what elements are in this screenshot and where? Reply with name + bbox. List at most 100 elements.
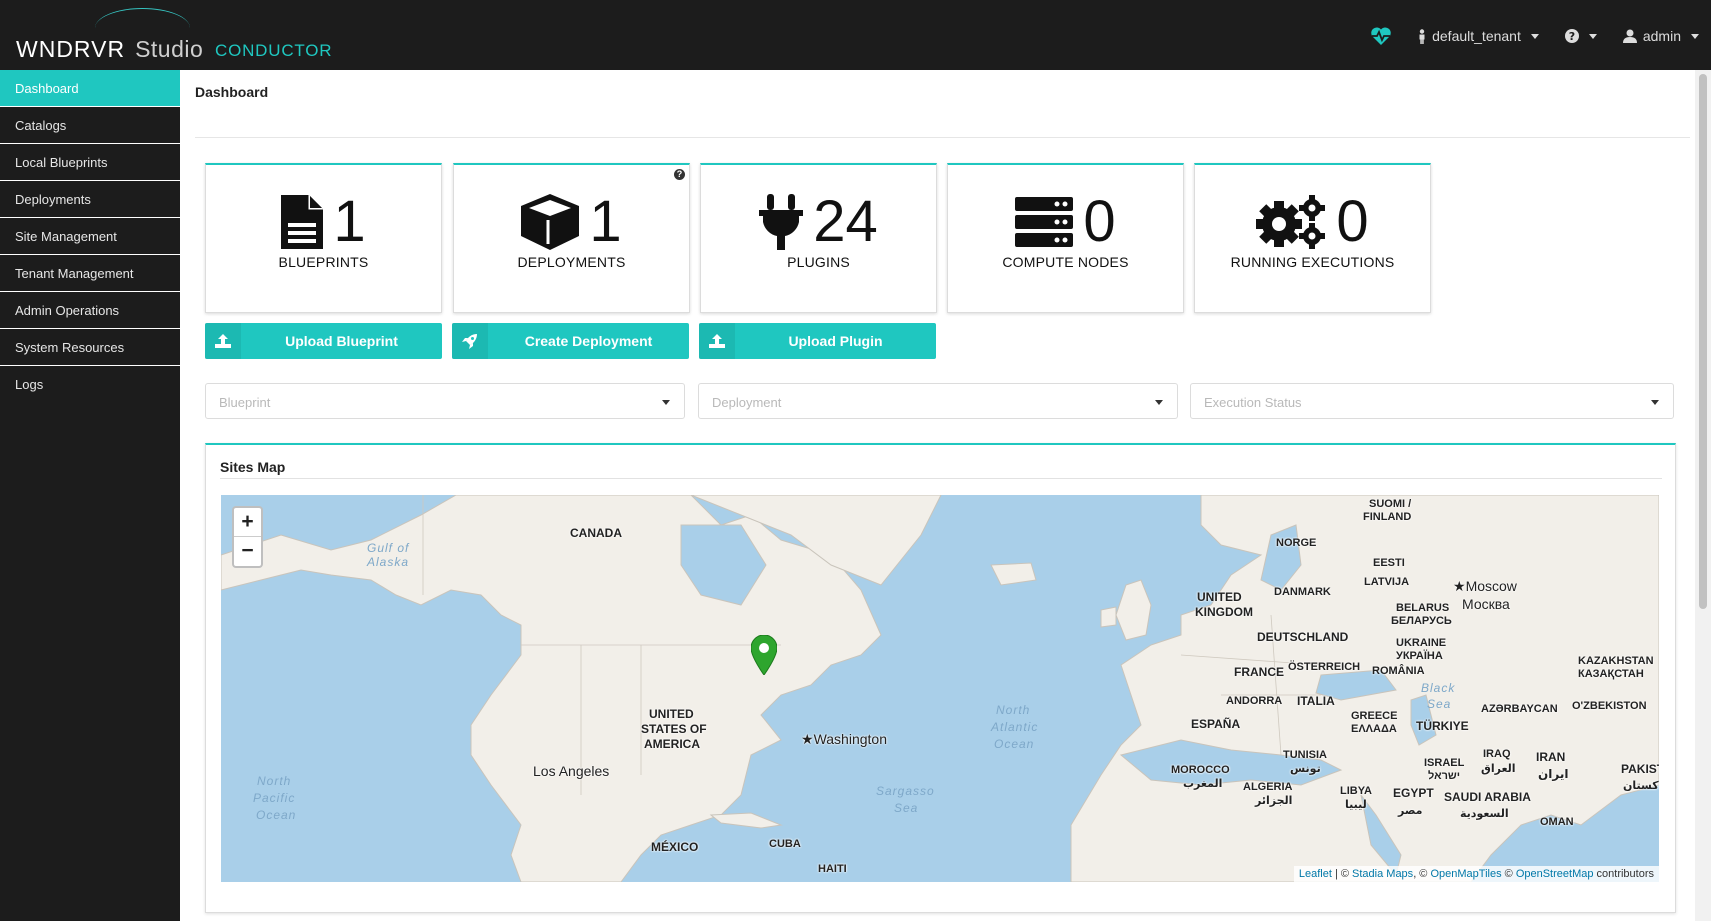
map-label: North: [996, 703, 1031, 717]
stat-card-running-executions[interactable]: 0 RUNNING EXECUTIONS: [1194, 163, 1431, 313]
zoom-in-button[interactable]: +: [234, 508, 261, 537]
map-label: Москва: [1462, 596, 1510, 612]
upload-icon: [215, 334, 231, 348]
map-label-moscow: Moscow: [1465, 578, 1517, 594]
help-menu[interactable]: ?: [1564, 29, 1597, 43]
upload-blueprint-label: Upload Blueprint: [285, 333, 398, 349]
map-label: پاکستان: [1623, 780, 1659, 792]
upload-blueprint-button[interactable]: Upload Blueprint: [205, 323, 442, 359]
chevron-down-icon: [1651, 400, 1659, 405]
chevron-down-icon: [1691, 33, 1699, 39]
map-label: TÜRKIYE: [1416, 719, 1469, 733]
sidebar-item-deployments[interactable]: Deployments: [0, 181, 180, 218]
stat-value: 1: [589, 189, 622, 254]
map-label: КАЗАҚСТАН: [1578, 668, 1644, 680]
user-menu[interactable]: admin: [1622, 28, 1699, 44]
map-label: ESPAÑA: [1191, 717, 1241, 731]
sidebar-item-site-management[interactable]: Site Management: [0, 218, 180, 255]
zoom-out-button[interactable]: −: [234, 537, 261, 566]
help-icon[interactable]: ?: [674, 169, 685, 180]
openmaptiles-link[interactable]: OpenMapTiles: [1430, 868, 1501, 880]
map-label: SAUDI ARABIA: [1444, 790, 1531, 804]
map-label: FINLAND: [1363, 511, 1412, 523]
blueprint-filter[interactable]: Blueprint: [205, 383, 685, 419]
map-label: STATES OF: [641, 722, 707, 736]
stat-card-deployments[interactable]: ? 1 DEPLOYMENTS: [453, 163, 690, 313]
map-label: ANDORRA: [1226, 695, 1283, 707]
header-controls: default_tenant ? admin: [1370, 22, 1711, 50]
sidebar-item-local-blueprints[interactable]: Local Blueprints: [0, 144, 180, 181]
openstreetmap-link[interactable]: OpenStreetMap: [1516, 868, 1594, 880]
map-label: ROMÂNIA: [1372, 665, 1425, 677]
map-label: Black: [1421, 681, 1456, 695]
sidebar-item-tenant-management[interactable]: Tenant Management: [0, 255, 180, 292]
stat-card-blueprints[interactable]: 1 BLUEPRINTS: [205, 163, 442, 313]
stat-label: RUNNING EXECUTIONS: [1230, 254, 1395, 270]
title-divider: [195, 137, 1690, 138]
site-marker[interactable]: [750, 634, 778, 680]
map-label: UNITED: [649, 707, 694, 721]
map-label: FRANCE: [1234, 665, 1284, 679]
sites-map-widget: Sites Map CANADA Gulf of Alaska UNITED S…: [205, 443, 1676, 913]
map-label: Sargasso: [876, 784, 935, 798]
page-scrollbar[interactable]: [1695, 70, 1711, 921]
stat-value: 24: [813, 189, 878, 254]
map-label: DEUTSCHLAND: [1257, 630, 1349, 644]
map-label: KINGDOM: [1195, 605, 1253, 619]
map-label: KAZAKHSTAN: [1578, 655, 1654, 667]
help-icon: ?: [1564, 29, 1579, 43]
top-bar: WNDRVR Studio CONDUCTOR default_tenant ? …: [0, 0, 1711, 70]
stadia-link[interactable]: Stadia Maps: [1352, 868, 1413, 880]
user-icon: [1622, 29, 1637, 43]
scrollbar-thumb[interactable]: [1699, 74, 1707, 609]
svg-text:?: ?: [1569, 30, 1575, 43]
stat-label: BLUEPRINTS: [278, 254, 369, 270]
stat-value: 1: [333, 189, 366, 254]
map-label: УКРАЇНА: [1396, 650, 1443, 662]
map-label: ليبيا: [1345, 799, 1367, 811]
leaflet-link[interactable]: Leaflet: [1299, 868, 1332, 880]
execution-status-filter[interactable]: Execution Status: [1190, 383, 1674, 419]
app-logo[interactable]: WNDRVR Studio CONDUCTOR: [16, 36, 332, 63]
tenant-menu[interactable]: default_tenant: [1418, 28, 1539, 44]
map-label: ★Washington: [801, 731, 887, 747]
map-label: تونس: [1290, 763, 1321, 775]
sidebar-item-catalogs[interactable]: Catalogs: [0, 107, 180, 144]
page-title: Dashboard: [195, 84, 269, 100]
map-label-washington: Washington: [813, 731, 887, 747]
map-label: Pacific: [253, 791, 296, 805]
map-label: ★Moscow: [1453, 578, 1517, 594]
sidebar-item-logs[interactable]: Logs: [0, 366, 180, 403]
attrib-sep: , ©: [1413, 868, 1431, 880]
stat-card-compute-nodes[interactable]: 0 COMPUTE NODES: [947, 163, 1184, 313]
server-icon: [1015, 197, 1074, 247]
attrib-sep: ©: [1501, 868, 1516, 880]
map-label: Los Angeles: [533, 763, 610, 779]
map-label: Atlantic: [991, 720, 1039, 734]
map-label: UKRAINE: [1396, 637, 1447, 649]
attrib-sep: | ©: [1331, 868, 1353, 880]
stat-card-plugins[interactable]: 24 PLUGINS: [700, 163, 937, 313]
map-label: ISRAEL: [1424, 757, 1465, 769]
upload-plugin-button[interactable]: Upload Plugin: [699, 323, 936, 359]
chevron-down-icon: [1530, 33, 1539, 39]
stat-value: 0: [1336, 189, 1369, 254]
create-deployment-button[interactable]: Create Deployment: [452, 323, 689, 359]
sidebar-item-system-resources[interactable]: System Resources: [0, 329, 180, 366]
chevron-down-icon: [662, 400, 670, 405]
deployment-filter[interactable]: Deployment: [698, 383, 1178, 419]
map-label: Alaska: [367, 555, 410, 569]
map-label: السعودية: [1460, 808, 1509, 820]
sidebar-item-admin-operations[interactable]: Admin Operations: [0, 292, 180, 329]
map-label: Gulf of: [367, 541, 410, 555]
sites-map[interactable]: CANADA Gulf of Alaska UNITED STATES OF A…: [221, 495, 1659, 882]
map-label: ALGERIA: [1243, 781, 1293, 793]
sidebar: Dashboard Catalogs Local Blueprints Depl…: [0, 70, 180, 921]
chevron-down-icon: [1155, 400, 1163, 405]
heartbeat-icon[interactable]: [1370, 26, 1392, 46]
map-label: Ocean: [994, 737, 1035, 751]
map-label: EESTI: [1373, 557, 1405, 569]
map-label: БЕЛАРУСЬ: [1391, 615, 1452, 627]
sidebar-item-dashboard[interactable]: Dashboard: [0, 70, 180, 107]
brand-name: WNDRVR: [16, 36, 126, 62]
